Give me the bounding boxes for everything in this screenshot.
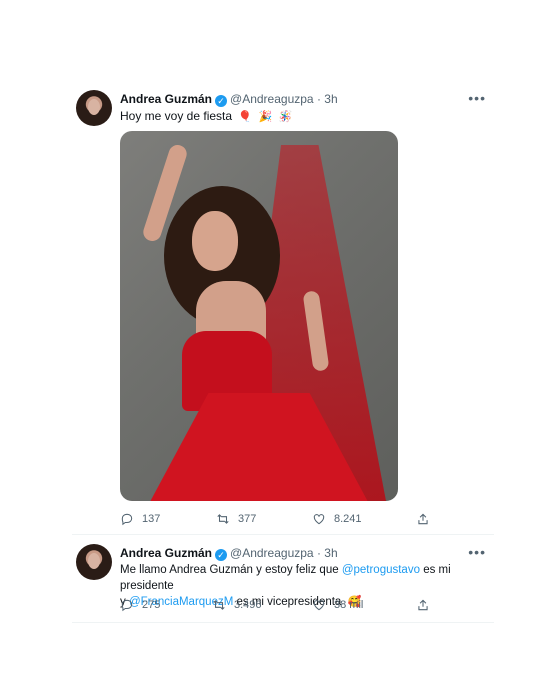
tweet-time[interactable]: 3h [324, 92, 337, 106]
retweet-icon [217, 514, 229, 524]
retweet-button[interactable]: 3.496 [212, 598, 262, 612]
tweet-text-content: Hoy me voy de fiesta [120, 109, 233, 123]
balloon-emoji: 🎈 [238, 111, 253, 123]
more-options-icon[interactable]: ••• [468, 544, 486, 560]
share-button[interactable] [416, 598, 438, 612]
avatar-face [88, 553, 100, 569]
reply-count: 275 [142, 599, 161, 611]
tweet-photo[interactable] [120, 131, 398, 501]
tweet-text-part: Me llamo Andrea Guzmán y estoy feliz que [120, 564, 339, 576]
verified-icon: ✓ [215, 549, 228, 561]
mention-link[interactable]: @petrogustavo [342, 564, 420, 576]
share-button[interactable] [416, 512, 438, 526]
separator-dot: · [316, 546, 321, 560]
verified-icon: ✓ [215, 95, 228, 107]
like-button[interactable]: 38 mil [312, 598, 363, 612]
pinata-emoji: 🪅 [278, 111, 293, 123]
separator-dot: · [316, 92, 321, 106]
tweet-2[interactable]: Andrea Guzmán ✓ @Andreaguzpa · 3h ••• Me l… [72, 544, 494, 620]
tweet-divider [72, 534, 494, 535]
reply-button[interactable]: 137 [120, 512, 160, 526]
author-name[interactable]: Andrea Guzmán [120, 546, 212, 560]
author-name[interactable]: Andrea Guzmán [120, 92, 212, 106]
tweet-header: Andrea Guzmán ✓ @Andreaguzpa · 3h [120, 92, 338, 107]
retweet-icon [213, 600, 225, 610]
retweet-count: 3.496 [234, 599, 262, 611]
tweet-time[interactable]: 3h [324, 546, 337, 560]
like-count: 8.241 [334, 513, 362, 525]
more-options-icon[interactable]: ••• [468, 90, 486, 106]
avatar[interactable] [76, 90, 112, 126]
share-icon [418, 513, 428, 525]
share-icon [418, 599, 428, 611]
reply-icon [121, 513, 133, 526]
tweet-text: Hoy me voy de fiesta 🎈 🎉 🪅 [120, 108, 492, 125]
reply-count: 137 [142, 513, 161, 525]
heart-icon [313, 600, 325, 611]
like-button[interactable]: 8.241 [312, 512, 362, 526]
tweet-1[interactable]: Andrea Guzmán ✓ @Andreaguzpa · 3h ••• Hoy … [72, 90, 494, 530]
avatar[interactable] [76, 544, 112, 580]
avatar-face [88, 99, 100, 115]
like-count: 38 mil [334, 599, 364, 611]
tweet-header: Andrea Guzmán ✓ @Andreaguzpa · 3h [120, 546, 338, 561]
author-handle[interactable]: @Andreaguzpa [230, 92, 314, 106]
photo-face [192, 211, 238, 271]
author-handle[interactable]: @Andreaguzpa [230, 546, 314, 560]
tweet-divider [72, 622, 494, 623]
retweet-button[interactable]: 377 [216, 512, 256, 526]
heart-icon [313, 514, 325, 525]
party-popper-emoji: 🎉 [258, 111, 273, 123]
reply-button[interactable]: 275 [120, 598, 160, 612]
retweet-count: 377 [238, 513, 257, 525]
reply-icon [121, 599, 133, 612]
